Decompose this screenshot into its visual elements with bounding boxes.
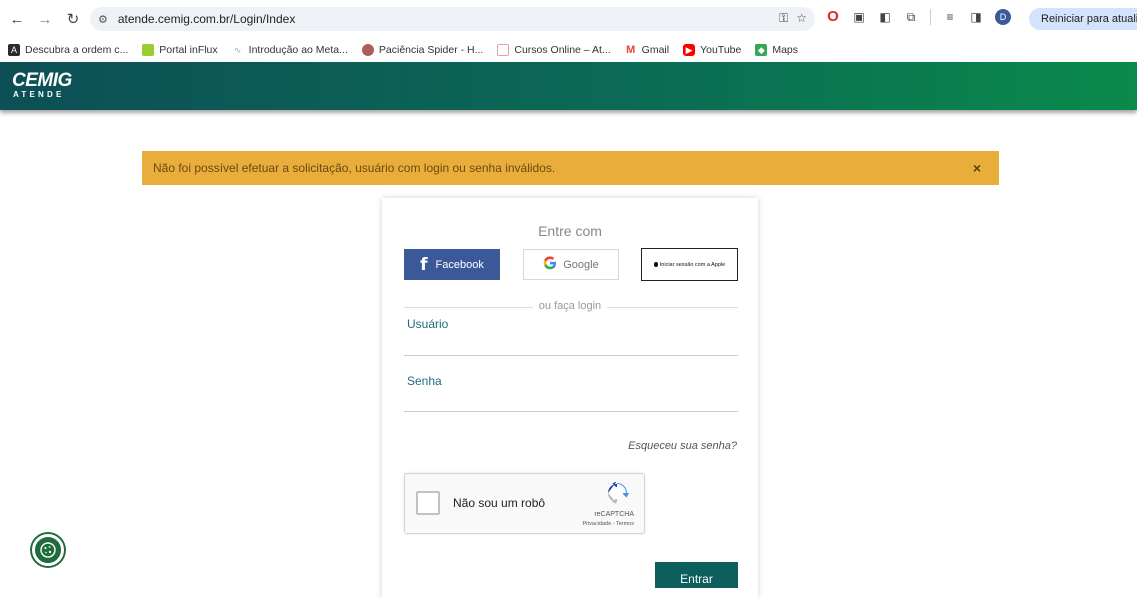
site-header: CEMIG ATENDE — [0, 62, 1137, 110]
back-icon[interactable]: ← — [6, 8, 28, 30]
maps-icon: ◆ — [755, 44, 768, 56]
bookmark-favicon-icon — [361, 44, 374, 56]
restart-update-button[interactable]: Reiniciar para atualizar — [1029, 8, 1137, 30]
youtube-icon: ▶ — [683, 44, 696, 56]
apple-icon — [653, 262, 658, 267]
facebook-label: Facebook — [435, 258, 484, 271]
opera-extension-icon[interactable]: O — [826, 9, 840, 24]
login-title: Entre com — [538, 223, 602, 239]
recaptcha-links[interactable]: Privacidade - Termos — [582, 521, 634, 527]
apple-label: Iniciar sessão com a Apple — [659, 261, 726, 268]
recaptcha-label: Não sou um robô — [453, 496, 546, 510]
alert-message: Não foi possível efetuar a solicitação, … — [153, 161, 556, 175]
recaptcha-checkbox[interactable] — [416, 491, 440, 515]
bookmark-favicon-icon — [497, 44, 510, 56]
bookmark-item[interactable]: Paciência Spider - H... — [361, 44, 483, 56]
cemig-logo[interactable]: CEMIG ATENDE — [12, 70, 72, 100]
logo-main-text: CEMIG — [12, 70, 72, 91]
recaptcha-widget: Não sou um robô reCAPTCHA Privacidade - … — [404, 473, 645, 534]
bookmark-item[interactable]: Cursos Online – At... — [497, 44, 611, 56]
bookmark-star-icon[interactable]: ☆ — [796, 11, 807, 26]
recaptcha-brand: reCAPTCHA — [594, 511, 634, 518]
google-label: Google — [563, 258, 599, 271]
divider-text: ou faça login — [382, 300, 758, 312]
password-label: Senha — [407, 374, 442, 388]
logo-sub-text: ATENDE — [13, 90, 65, 99]
username-label: Usuário — [407, 317, 449, 331]
login-card: Entre com f Facebook Google Iniciar sess… — [382, 198, 758, 598]
password-input[interactable] — [404, 390, 738, 412]
apple-login-button[interactable]: Iniciar sessão com a Apple — [641, 248, 738, 281]
google-login-button[interactable]: Google — [523, 249, 619, 280]
forward-icon[interactable]: → — [34, 8, 56, 30]
bookmark-favicon-icon: ∿ — [231, 44, 244, 56]
forgot-password-link[interactable]: Esqueceu sua senha? — [628, 440, 737, 452]
username-input[interactable] — [404, 334, 738, 356]
bookmark-item[interactable]: A Descubra a ordem c... — [8, 44, 128, 56]
gmail-icon: M — [624, 44, 637, 56]
facebook-login-button[interactable]: f Facebook — [404, 249, 500, 280]
cookie-settings-button[interactable] — [32, 534, 64, 566]
toolbar-separator — [930, 9, 931, 25]
profile-avatar[interactable]: D — [995, 9, 1011, 25]
puzzle-extensions-icon[interactable]: ⧉ — [904, 10, 918, 24]
bookmark-favicon-icon — [142, 44, 155, 56]
submit-login-button[interactable]: Entrar — [655, 562, 738, 588]
extension-icon[interactable]: ▣ — [852, 10, 866, 24]
browser-toolbar: ← → ↻ ⚙ atende.cemig.com.br/Login/Index … — [0, 0, 1137, 38]
bookmark-item[interactable]: Portal inFlux — [142, 44, 218, 56]
reading-list-icon[interactable]: ≡ — [943, 10, 957, 24]
side-panel-icon[interactable]: ◨ — [969, 10, 983, 24]
translate-extension-icon[interactable]: ◧ — [878, 10, 892, 24]
recaptcha-logo-icon — [608, 482, 629, 504]
url-text: atende.cemig.com.br/Login/Index — [117, 12, 296, 26]
reload-icon[interactable]: ↻ — [62, 8, 84, 30]
password-key-icon[interactable]: ⚿ — [779, 11, 788, 26]
bookmark-item[interactable]: ▶ YouTube — [683, 44, 741, 56]
google-icon — [543, 255, 557, 274]
site-info-icon[interactable]: ⚙ — [98, 13, 108, 26]
address-bar[interactable]: ⚙ atende.cemig.com.br/Login/Index ⚿ ☆ — [90, 7, 815, 31]
error-alert: Não foi possível efetuar a solicitação, … — [142, 151, 999, 185]
cookie-icon — [40, 542, 56, 558]
bookmark-item[interactable]: ∿ Introdução ao Meta... — [231, 44, 348, 56]
bookmark-item[interactable]: ◆ Maps — [755, 44, 798, 56]
bookmarks-bar: A Descubra a ordem c... Portal inFlux ∿ In… — [0, 38, 1137, 62]
facebook-icon: f — [420, 254, 428, 275]
bookmark-favicon-icon: A — [8, 44, 20, 56]
bookmark-item[interactable]: M Gmail — [624, 44, 669, 56]
alert-close-button[interactable]: × — [973, 160, 981, 176]
